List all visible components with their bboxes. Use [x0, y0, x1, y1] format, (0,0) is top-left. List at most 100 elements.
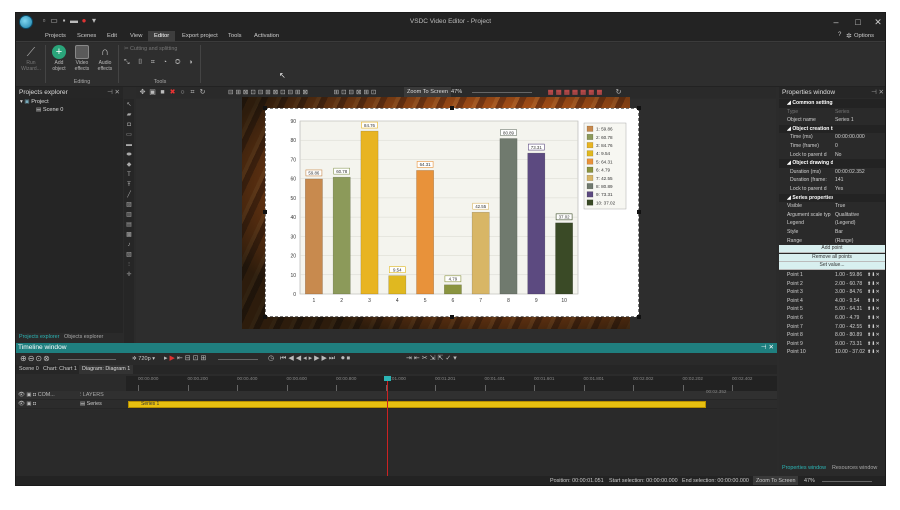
maximize-icon[interactable]: □: [851, 15, 865, 29]
shape-tool-icon[interactable]: ◆: [125, 161, 133, 169]
frame-icon[interactable]: ▣: [148, 88, 157, 97]
point-row[interactable]: Point 9 9.00 - 73.31 ⬆⬇✕: [779, 340, 885, 349]
cutting-splitting-label[interactable]: ✂ Cutting and splitting: [124, 46, 177, 52]
distribute-icons[interactable]: ⊞⊡⊟⊠⊞⊡: [326, 88, 386, 97]
resize-handle[interactable]: [263, 106, 267, 110]
tab-objects-explorer[interactable]: Objects explorer: [61, 333, 106, 342]
pointer-tool-icon[interactable]: ↖: [125, 101, 133, 109]
options-gear-icon[interactable]: ✲: [846, 31, 852, 42]
audio-effects-button[interactable]: ∩ Audio effects: [94, 45, 116, 72]
menu-projects[interactable]: Projects: [39, 31, 72, 42]
film-tool-icon[interactable]: ▩: [125, 231, 133, 239]
point-actions-icon[interactable]: ⬆⬇✕: [867, 348, 880, 357]
property-row[interactable]: Duration (ms) 00:00:02.352: [779, 168, 885, 177]
point-row[interactable]: Point 5 5.00 - 64.31 ⬆⬇✕: [779, 305, 885, 314]
resize-handle[interactable]: [637, 106, 641, 110]
timeline-empty-area[interactable]: [16, 410, 777, 476]
tab-properties-window[interactable]: Properties window: [779, 464, 829, 473]
series-clip[interactable]: Series 1: [128, 401, 706, 408]
point-row[interactable]: Point 4 4.00 - 9.54 ⬆⬇✕: [779, 297, 885, 306]
menu-export-project[interactable]: Export project: [176, 31, 224, 42]
series-track-controls[interactable]: 👁 ▣ ◘: [18, 401, 36, 407]
property-row[interactable]: Lock to parent d No: [779, 151, 885, 160]
point-actions-icon[interactable]: ⬆⬇✕: [867, 323, 880, 332]
crosshair-tool-icon[interactable]: ✛: [125, 271, 133, 279]
property-row[interactable]: Type Series: [779, 108, 885, 117]
property-row[interactable]: ◢ Object creation time: [779, 124, 885, 134]
delete-x-icon[interactable]: ✖: [168, 88, 177, 97]
point-row[interactable]: Point 2 2.00 - 60.78 ⬆⬇✕: [779, 280, 885, 289]
tab-resources-window[interactable]: Resources window: [829, 464, 880, 473]
property-row[interactable]: Range (Range): [779, 237, 885, 246]
timeline-zoom-icons[interactable]: ⊕⊖⊙⊗: [20, 354, 51, 363]
resize-handle[interactable]: [263, 315, 267, 319]
point-actions-icon[interactable]: ⬆⬇✕: [867, 280, 880, 289]
point-actions-icon[interactable]: ⬆⬇✕: [867, 305, 880, 314]
rotate-icon[interactable]: ↻: [198, 88, 207, 97]
circle-icon[interactable]: ○: [178, 88, 187, 97]
view-icons[interactable]: ▦▦▦▦▦▦▦: [541, 88, 611, 97]
menu-tools[interactable]: Tools: [222, 31, 248, 42]
timeline-zoom-slider[interactable]: [58, 359, 116, 360]
resize-handle[interactable]: [637, 315, 641, 319]
help-icon[interactable]: ?: [838, 32, 841, 38]
point-actions-icon[interactable]: ⬆⬇✕: [867, 314, 880, 323]
property-row[interactable]: Legend (Legend): [779, 219, 885, 228]
minimize-icon[interactable]: –: [829, 15, 843, 29]
zoom-slider[interactable]: [472, 92, 532, 93]
point-row[interactable]: Point 8 8.00 - 80.89 ⬆⬇✕: [779, 331, 885, 340]
waveform-tool-icon[interactable]: ⫶: [125, 261, 133, 269]
menu-edit[interactable]: Edit: [101, 31, 123, 42]
options-button[interactable]: Options: [854, 31, 874, 42]
video-effects-button[interactable]: Video effects: [71, 45, 93, 72]
property-button[interactable]: Remove all points: [779, 253, 885, 262]
rect-tool-icon[interactable]: ▬: [125, 141, 133, 149]
square-icon[interactable]: ■: [158, 88, 167, 97]
timeline-ruler[interactable]: 00:00.000 00:00.200 00:00.400 00:00.600 00:0…: [126, 376, 777, 391]
property-row[interactable]: ◢ Series properties: [779, 193, 885, 203]
property-row[interactable]: Time (ms) 00:00:00.000: [779, 133, 885, 142]
text-tool-icon[interactable]: T: [125, 171, 133, 179]
resize-handle[interactable]: [450, 315, 454, 319]
point-row[interactable]: Point 1 1.00 - 59.86 ⬆⬇✕: [779, 271, 885, 280]
tab-chart-1[interactable]: Chart: Chart 1: [40, 365, 80, 374]
audio-tool-icon[interactable]: ♪: [125, 241, 133, 249]
move-icon[interactable]: ✥: [138, 88, 147, 97]
tree-item-project[interactable]: ▾ ▣ Project: [20, 99, 49, 105]
sprite-tool-icon[interactable]: ▤: [125, 221, 133, 229]
comment-tool-icon[interactable]: ◘: [125, 121, 133, 129]
point-actions-icon[interactable]: ⬆⬇✕: [867, 297, 880, 306]
transport-controls[interactable]: ◷ ⏮◀◀◂▸▶▶⏭ ⏺⏹: [268, 354, 352, 363]
tab-diagram-1[interactable]: Diagram: Diagram 1: [79, 365, 134, 374]
pin-icon[interactable]: ⊣ ✕: [107, 87, 120, 98]
crop-icon[interactable]: ⌗: [188, 88, 197, 97]
property-row[interactable]: Time (frame) 0: [779, 142, 885, 151]
layers-track-controls[interactable]: 👁 ▣ ◘ COM...: [18, 392, 55, 398]
property-row[interactable]: Visible True: [779, 202, 885, 211]
edit-controls[interactable]: ⇥⇤✂⇲⇱✓▾: [406, 354, 459, 362]
subtitle-tool-icon[interactable]: ▭: [125, 131, 133, 139]
point-row[interactable]: Point 3 3.00 - 84.76 ⬆⬇✕: [779, 288, 885, 297]
pin-icon[interactable]: ⊣ ✕: [871, 87, 884, 98]
add-object-button[interactable]: + Add object: [48, 45, 70, 72]
status-zoom-button[interactable]: Zoom To Screen: [753, 476, 799, 485]
property-row[interactable]: Style Bar: [779, 228, 885, 237]
align-icons[interactable]: ⊟⊞⊠⊡⊟⊞⊠⊡⊟⊞⊠: [214, 88, 324, 97]
property-row[interactable]: ◢ Object drawing duration: [779, 159, 885, 168]
point-row[interactable]: Point 6 6.00 - 4.79 ⬆⬇✕: [779, 314, 885, 323]
chat-tool-icon[interactable]: ▰: [125, 111, 133, 119]
property-button[interactable]: Set value...: [779, 262, 885, 271]
property-row[interactable]: ◢ Common settings: [779, 99, 885, 108]
property-row[interactable]: Object name Series 1: [779, 116, 885, 125]
point-row[interactable]: Point 10 10.00 - 37.02 ⬆⬇✕: [779, 348, 885, 357]
playback-mode-icons[interactable]: ▸▶⇤⊟⊡⊞: [164, 354, 208, 362]
point-actions-icon[interactable]: ⬆⬇✕: [867, 340, 880, 349]
resize-handle[interactable]: [450, 106, 454, 110]
menu-activation[interactable]: Activation: [248, 31, 285, 42]
point-row[interactable]: Point 7 7.00 - 42.55 ⬆⬇✕: [779, 323, 885, 332]
property-row[interactable]: Lock to parent d Yes: [779, 185, 885, 194]
playhead-handle[interactable]: [384, 376, 391, 381]
menu-view[interactable]: View: [124, 31, 148, 42]
resize-handle[interactable]: [637, 210, 641, 214]
line-tool-icon[interactable]: ╱: [125, 191, 133, 199]
